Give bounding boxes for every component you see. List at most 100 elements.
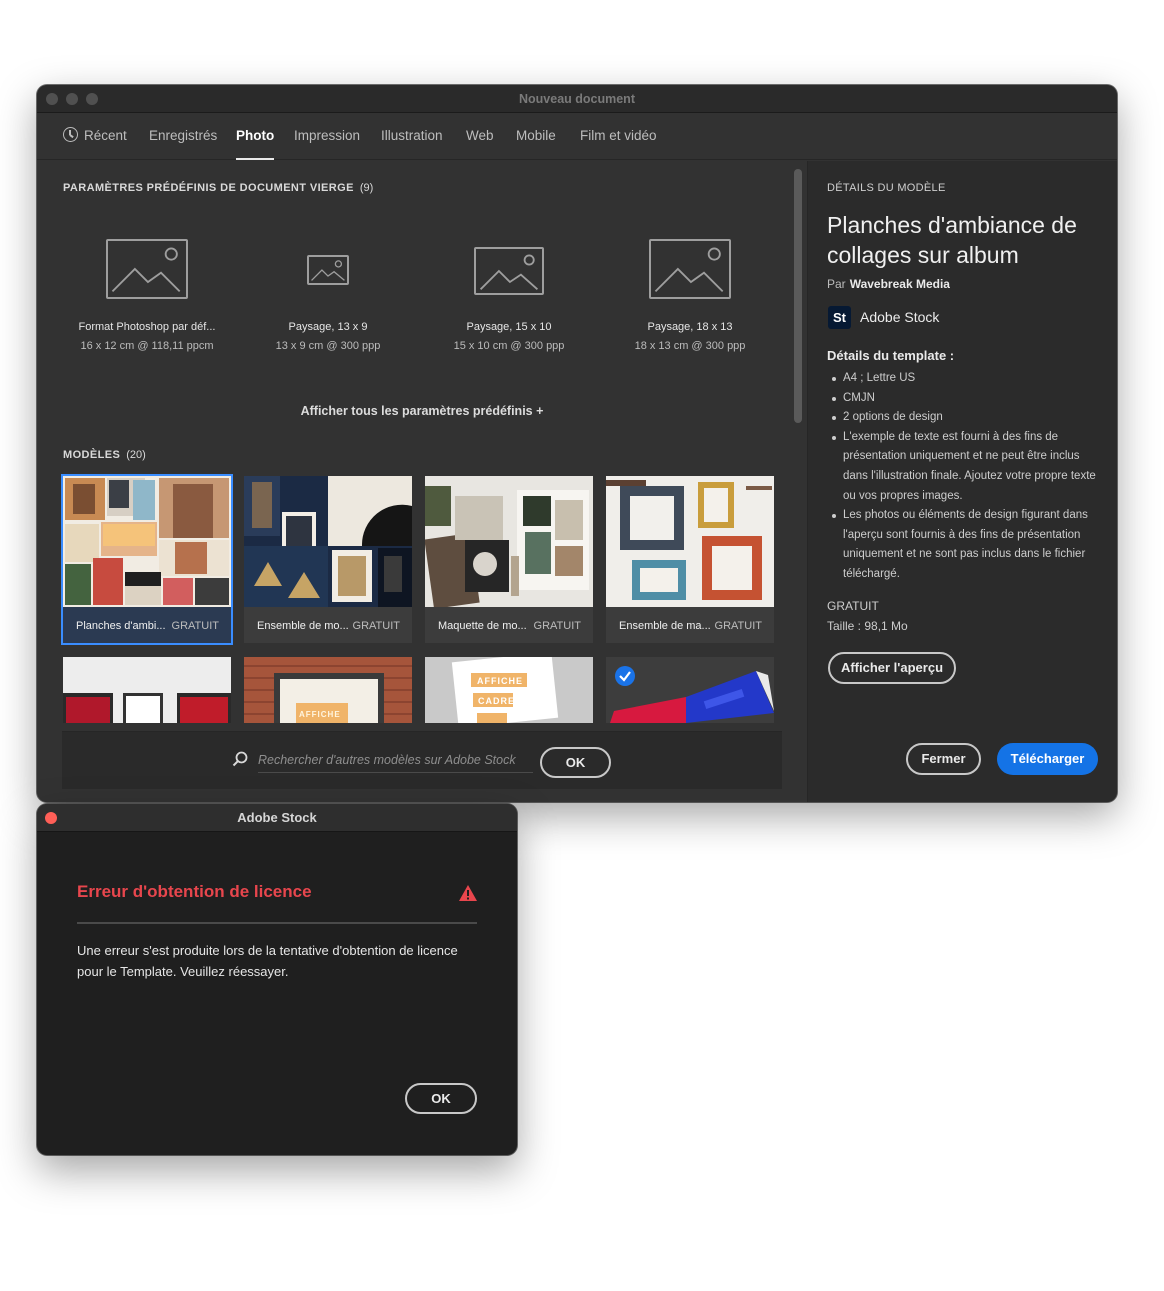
preset-size: 15 x 10 cm @ 300 ppp [453,340,565,352]
search-ok-button[interactable]: OK [540,747,611,778]
template-details-label: Détails du template : [827,348,955,363]
tab-web[interactable]: Web [466,114,494,160]
poster-label: AFFICHE [477,676,523,686]
stock-source-name: Adobe Stock [860,309,940,325]
template-author: Par Wavebreak Media [827,277,950,291]
dialog-ok-button[interactable]: OK [405,1083,477,1114]
tab-print[interactable]: Impression [294,114,360,160]
preset-name: Paysage, 13 x 9 [288,321,368,333]
new-document-window: Nouveau document Récent Enregistrés Phot… [37,85,1117,802]
dialog-title: Adobe Stock [237,810,317,825]
download-button[interactable]: Télécharger [997,743,1098,775]
stock-search-input[interactable] [258,747,533,773]
preset-name: Paysage, 15 x 10 [466,321,552,333]
preset-landscape-13x9[interactable]: Paysage, 13 x 9 13 x 9 cm @ 300 ppp [243,231,413,361]
template-details-panel: DÉTAILS DU MODÈLE Planches d'ambiance de… [807,161,1117,802]
detail-item: L'exemple de texte est fourni à des fins… [827,428,1102,506]
template-name: Planches d'ambi... [76,620,166,632]
blank-presets-label: PARAMÈTRES PRÉDÉFINIS DE DOCUMENT VIERGE [63,182,354,194]
template-price: GRATUIT [714,620,762,632]
preset-photoshop-default[interactable]: Format Photoshop par déf... 16 x 12 cm @… [62,231,232,361]
author-prefix: Par [827,277,846,291]
template-thumbnail [425,476,593,607]
size-label: Taille : [827,619,862,633]
preset-landscape-15x10[interactable]: Paysage, 15 x 10 15 x 10 cm @ 300 ppp [424,231,594,361]
preset-name: Format Photoshop par déf... [78,321,216,333]
template-name: Ensemble de ma... [619,620,711,632]
tab-recent[interactable]: Récent [63,114,127,160]
preset-landscape-18x13[interactable]: Paysage, 18 x 13 18 x 13 cm @ 300 ppp [605,231,775,361]
stock-search-bar: OK [62,731,782,789]
image-placeholder-icon [474,247,544,295]
image-placeholder-icon [106,239,188,299]
preset-size: 16 x 12 cm @ 118,11 ppcm [80,340,214,352]
detail-item: 2 options de design [827,408,1102,428]
show-all-presets-link[interactable]: Afficher tous les paramètres prédéfinis … [37,404,807,418]
template-thumbnail [63,476,231,607]
template-caption: Planches d'ambi... GRATUIT [63,607,231,643]
frame-label: CADRE [478,696,516,706]
divider [77,922,477,924]
presets-and-templates-pane: PARAMÈTRES PRÉDÉFINIS DE DOCUMENT VIERGE… [37,161,807,802]
template-price: GRATUIT [171,620,219,632]
error-title: Erreur d'obtention de licence [77,882,312,901]
adobe-stock-icon: St [828,306,851,329]
tab-recent-label: Récent [84,128,127,143]
template-thumbnail [606,476,774,607]
image-placeholder-icon [307,255,349,285]
template-card-moodboard-mockup[interactable]: Maquette de mo... GRATUIT [425,476,593,643]
tab-mobile[interactable]: Mobile [516,114,556,160]
tab-photo[interactable]: Photo [236,114,275,160]
template-caption: Maquette de mo... GRATUIT [425,607,593,643]
template-title: Planches d'ambiance de collages sur albu… [827,212,1077,268]
detail-item: Les photos ou éléments de design figuran… [827,506,1102,584]
template-card-poster-frame[interactable]: AFFICHE CADRE [425,657,593,723]
tab-saved[interactable]: Enregistrés [149,114,217,160]
image-placeholder-icon [649,239,731,299]
template-name: Ensemble de mo... [257,620,349,632]
templates-count: (20) [126,449,146,461]
template-name: Maquette de mo... [438,620,527,632]
template-details-heading: DÉTAILS DU MODÈLE [827,182,946,194]
error-message: Une erreur s'est produite lors de la ten… [77,943,458,979]
dialog-title-bar: Adobe Stock [37,804,517,832]
warning-icon [459,885,477,901]
size-value: 98,1 Mo [864,619,908,633]
template-size: Taille : 98,1 Mo [827,619,908,633]
search-icon [232,751,248,767]
title-bar: Nouveau document [37,85,1117,113]
preset-name: Paysage, 18 x 13 [647,321,733,333]
tab-illustration[interactable]: Illustration [381,114,443,160]
template-thumbnail [244,476,412,607]
category-tabs: Récent Enregistrés Photo Impression Illu… [37,114,1117,160]
template-price: GRATUIT [352,620,400,632]
templates-label: MODÈLES [63,449,121,461]
template-caption: Ensemble de ma... GRATUIT [606,607,774,643]
preset-size: 13 x 9 cm @ 300 ppp [275,340,381,352]
template-price: GRATUIT [827,599,879,613]
template-card-red-frames[interactable] [63,657,231,723]
template-card-mockup-set[interactable]: Ensemble de mo... GRATUIT [244,476,412,643]
poster-label: AFFICHE [299,710,341,719]
close-button[interactable]: Fermer [906,743,981,775]
clock-icon [63,127,78,142]
templates-heading: MODÈLES (20) [63,449,146,461]
template-card-moodboard[interactable]: Planches d'ambi... GRATUIT [61,474,233,645]
scrollbar[interactable] [794,169,802,423]
preview-button[interactable]: Afficher l'aperçu [828,652,956,684]
template-price: GRATUIT [533,620,581,632]
template-card-open-book[interactable] [606,657,774,723]
detail-item: A4 ; Lettre US [827,369,1102,389]
checkmark-icon[interactable] [615,666,635,686]
template-card-brick-poster[interactable]: AFFICHE [244,657,412,723]
detail-item: CMJN [827,389,1102,409]
preset-size: 18 x 13 cm @ 300 ppp [634,340,746,352]
adobe-stock-dialog: Adobe Stock Erreur d'obtention de licenc… [37,804,517,1155]
blank-presets-heading: PARAMÈTRES PRÉDÉFINIS DE DOCUMENT VIERGE… [63,182,373,194]
blank-presets-count: (9) [359,182,374,194]
tab-film-video[interactable]: Film et vidéo [580,114,657,160]
template-card-frame-set[interactable]: Ensemble de ma... GRATUIT [606,476,774,643]
template-details-list: A4 ; Lettre US CMJN 2 options de design … [827,369,1102,585]
author-name: Wavebreak Media [849,277,950,291]
template-caption: Ensemble de mo... GRATUIT [244,607,412,643]
